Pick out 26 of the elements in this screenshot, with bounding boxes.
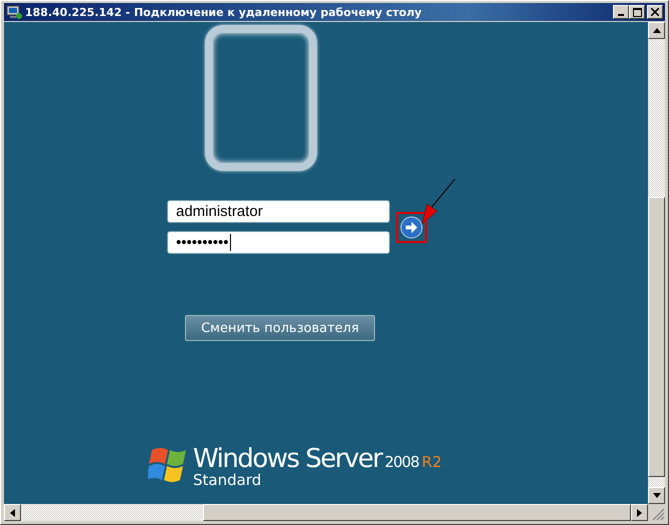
product-edition: Standard [193, 471, 262, 489]
scroll-left-button[interactable] [4, 504, 21, 521]
computer-icon [6, 5, 22, 19]
scroll-down-button[interactable] [648, 487, 665, 504]
maximize-button[interactable] [629, 5, 645, 19]
minimize-button[interactable] [613, 5, 629, 19]
scrollbar-thumb[interactable] [648, 197, 665, 477]
down-triangle-icon [652, 493, 660, 498]
close-icon [651, 8, 659, 16]
right-triangle-icon [637, 508, 642, 516]
scrollbar-thumb[interactable] [203, 504, 631, 521]
maximize-icon [632, 8, 642, 16]
size-grip-icon[interactable] [648, 504, 665, 521]
submit-button[interactable] [396, 212, 427, 242]
close-button[interactable] [647, 5, 663, 19]
window-title: 188.40.225.142 - Подключение к удаленному рабочему столу [25, 6, 423, 18]
scroll-up-button[interactable] [648, 22, 665, 39]
scroll-right-button[interactable] [631, 504, 648, 521]
product-version: 2008 [384, 453, 419, 471]
username-field[interactable]: administrator [167, 200, 390, 223]
up-triangle-icon [652, 28, 660, 33]
product-name: Windows Server [193, 444, 382, 474]
product-release: R2 [422, 453, 442, 471]
switch-user-button[interactable]: Сменить пользователя [185, 315, 375, 341]
password-field[interactable]: •••••••••• [167, 231, 390, 254]
left-triangle-icon [10, 508, 15, 516]
